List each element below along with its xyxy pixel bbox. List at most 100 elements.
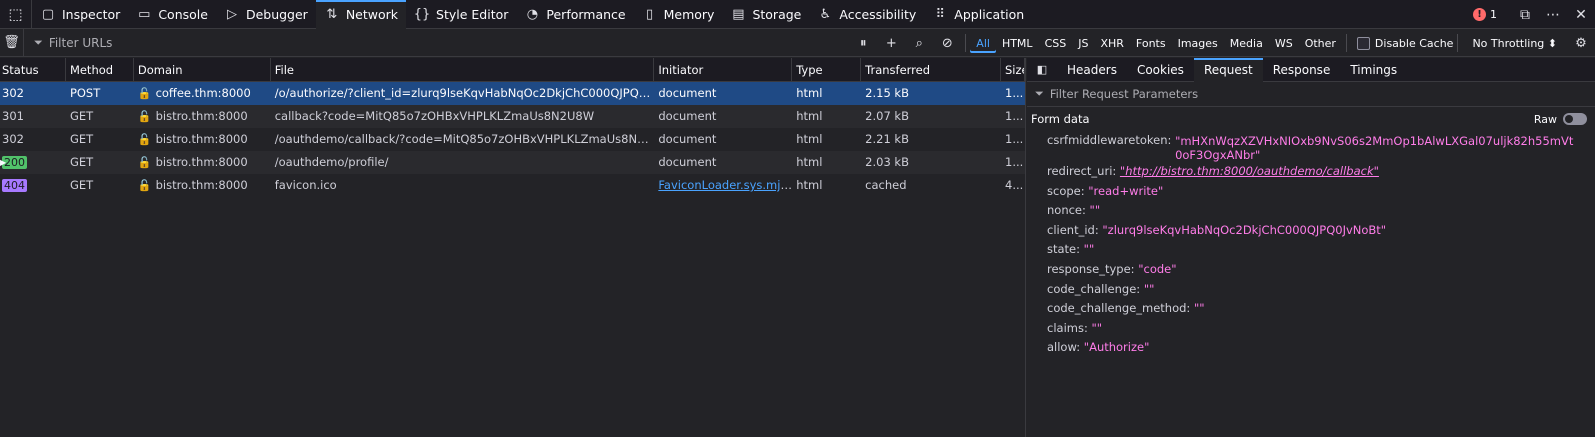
tab-timings[interactable]: Timings [1340,58,1407,82]
method: POST [69,86,101,100]
more-options-icon[interactable]: ⋯ [1539,0,1567,29]
type-filter-media[interactable]: Media [1224,33,1269,53]
filter-urls-input[interactable] [48,35,809,50]
method: GET [69,155,94,169]
initiator: document [658,86,717,100]
insecure-lock-icon: 🔓 [137,133,152,146]
table-row[interactable]: ▶ 200 GET 🔓 bistro.thm:8000 /oauthdemo/pr… [0,151,1025,174]
type-filter-css[interactable]: CSS [1039,33,1073,53]
throttling-select[interactable]: No Throttling ⬍ [1472,37,1557,50]
type-filter-all[interactable]: All [970,33,996,53]
status-code: 302 [2,86,24,100]
raw-switch[interactable] [1563,113,1587,125]
type-filter-html[interactable]: HTML [996,33,1039,53]
size: 4... [1005,178,1024,192]
tab-request[interactable]: Request [1193,57,1263,82]
type-filter-xhr[interactable]: XHR [1094,33,1129,53]
tab-application[interactable]: ⠿ Application [924,0,1032,29]
type: html [796,86,823,100]
filter-params-input[interactable] [1049,87,1550,101]
error-count-badge[interactable]: ! 1 [1473,8,1497,21]
pause-icon[interactable]: ⏸ [849,29,877,57]
tab-network[interactable]: ⇅ Network [315,0,407,29]
storage-icon: ▤ [732,6,745,22]
transferred: cached [865,178,907,192]
element-picker-icon[interactable]: ⬚ [0,0,32,29]
toggle-sidebar-icon[interactable]: ◧ [1027,58,1057,82]
transferred: 2.07 kB [865,109,909,123]
method: GET [69,132,94,146]
details-tabs: ◧ Headers Cookies Request Response Timin… [1027,57,1595,82]
param-row[interactable]: csrfmiddlewaretoken: "mHXnWqzXZVHxNIOxb9… [1047,131,1595,162]
tab-headers[interactable]: Headers [1057,58,1127,82]
file: /oauthdemo/profile/ [274,155,389,169]
settings-gear-icon[interactable]: ⚙ [1567,29,1595,57]
tab-debugger[interactable]: ▷ Debugger [216,0,316,29]
raw-toggle[interactable]: Raw [1534,113,1587,126]
param-row[interactable]: allow: "Authorize" [1047,338,1595,358]
disable-cache-checkbox[interactable]: Disable Cache [1356,36,1453,50]
param-key: redirect_uri: [1047,164,1117,178]
search-icon[interactable]: ⌕ [905,29,933,57]
tab-console[interactable]: ▭ Console [128,0,216,29]
clear-trash-icon[interactable]: 🗑 [0,28,24,57]
column-header-size[interactable]: Size [1001,58,1025,82]
table-row[interactable]: 302 GET 🔓 bistro.thm:8000 /oauthdemo/call… [0,128,1025,151]
table-row[interactable]: 301 GET 🔓 bistro.thm:8000 callback?code=M… [0,105,1025,128]
param-row[interactable]: client_id: "zlurq9lseKqvHabNqOc2DkjChC00… [1047,221,1595,241]
param-row[interactable]: redirect_uri: "http://bistro.thm:8000/oa… [1047,162,1595,182]
tab-inspector[interactable]: ▢ Inspector [32,0,128,29]
initiator: document [658,132,717,146]
type-filter-js[interactable]: JS [1072,33,1094,53]
column-header-transferred[interactable]: Transferred [861,58,1001,82]
dock-side-icon[interactable]: ⧉ [1511,0,1539,29]
add-icon[interactable]: + [877,29,905,57]
domain-cell: 🔓 bistro.thm:8000 [134,105,271,128]
table-row[interactable]: 302 POST 🔓 coffee.thm:8000 /o/authorize/?… [0,82,1025,105]
param-row[interactable]: code_challenge: "" [1047,280,1595,300]
devtools-toolbar: ⬚ ▢ Inspector ▭ Console ▷ Debugger ⇅ Network… [0,0,1595,29]
param-row[interactable]: response_type: "code" [1047,260,1595,280]
param-row[interactable]: nonce: "" [1047,201,1595,221]
column-header-domain[interactable]: Domain [134,58,271,82]
tab-accessibility[interactable]: ♿ Accessibility [809,0,924,29]
column-header-status[interactable]: Status [0,58,66,82]
method: GET [69,178,94,192]
tab-cookies[interactable]: Cookies [1127,58,1194,82]
param-key: response_type: [1047,261,1135,276]
tab-storage[interactable]: ▤ Storage [722,0,809,29]
tab-performance[interactable]: ◔ Performance [516,0,633,29]
status-code: 302 [2,132,24,146]
tab-memory[interactable]: ▯ Memory [634,0,723,29]
tab-style-editor[interactable]: {} Style Editor [406,0,516,29]
column-header-file[interactable]: File [271,58,655,82]
checkbox-box[interactable] [1356,36,1370,50]
size: 1... [1005,109,1024,123]
param-row[interactable]: scope: "read+write" [1047,182,1595,202]
block-icon[interactable]: ⊘ [933,29,961,57]
transferred: 2.21 kB [865,132,909,146]
form-data-header: Form data Raw [1027,107,1595,131]
filter-params-box: ⏷ [1027,82,1595,107]
type-filter-other[interactable]: Other [1299,33,1342,53]
table-row[interactable]: 404 GET 🔓 bistro.thm:8000 favicon.ico Fav… [0,174,1025,197]
param-row[interactable]: state: "" [1047,240,1595,260]
column-header-type[interactable]: Type [792,58,862,82]
raw-label: Raw [1533,112,1557,126]
request-details-panel: ◧ Headers Cookies Request Response Timin… [1027,57,1595,437]
type-filter-images[interactable]: Images [1172,33,1224,53]
param-row[interactable]: claims: "" [1047,319,1595,339]
param-value: "" [1193,301,1205,316]
tab-response[interactable]: Response [1263,58,1341,82]
initiator-link[interactable]: FaviconLoader.sys.mjs:1... [658,178,792,192]
column-header-method[interactable]: Method [66,58,134,82]
type-filter-ws[interactable]: WS [1269,33,1299,53]
error-icon: ! [1473,8,1486,21]
divider [1457,34,1459,52]
type-filter-fonts[interactable]: Fonts [1130,33,1172,53]
close-icon[interactable]: ✕ [1567,0,1595,29]
param-value[interactable]: "http://bistro.thm:8000/oauthdemo/callba… [1120,164,1379,178]
param-row[interactable]: code_challenge_method: "" [1047,299,1595,319]
transferred: 2.03 kB [865,155,909,169]
column-header-initiator[interactable]: Initiator [654,58,793,82]
